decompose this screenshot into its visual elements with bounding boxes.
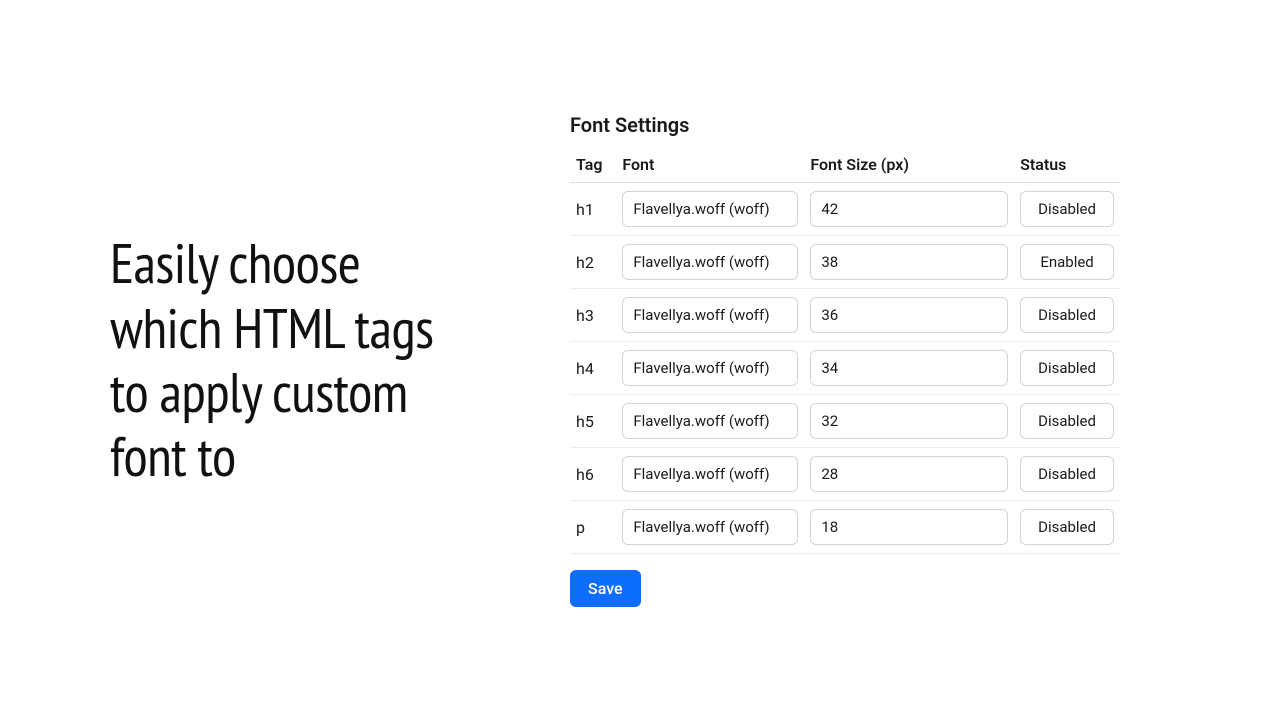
tag-label: h3 <box>570 289 616 342</box>
main-layout: Easily choose which HTML tags to apply c… <box>0 0 1280 720</box>
font-size-input[interactable]: 42 <box>810 191 1008 227</box>
status-toggle[interactable]: Disabled <box>1020 456 1114 492</box>
font-size-input[interactable]: 32 <box>810 403 1008 439</box>
font-select[interactable]: Flavellya.woff (woff) <box>622 350 798 386</box>
panel-title: Font Settings <box>570 113 1120 137</box>
col-header-tag: Tag <box>570 147 616 183</box>
table-row: h2 Flavellya.woff (woff) 38 Enabled <box>570 236 1120 289</box>
col-header-size: Font Size (px) <box>804 147 1014 183</box>
table-row: h5 Flavellya.woff (woff) 32 Disabled <box>570 395 1120 448</box>
font-select[interactable]: Flavellya.woff (woff) <box>622 297 798 333</box>
font-select[interactable]: Flavellya.woff (woff) <box>622 403 798 439</box>
tag-label: p <box>570 501 616 554</box>
tag-label: h4 <box>570 342 616 395</box>
font-select[interactable]: Flavellya.woff (woff) <box>622 509 798 545</box>
font-settings-table: Tag Font Font Size (px) Status h1 Flavel… <box>570 147 1120 554</box>
settings-panel: Font Settings Tag Font Font Size (px) St… <box>510 113 1240 607</box>
tag-label: h2 <box>570 236 616 289</box>
font-select[interactable]: Flavellya.woff (woff) <box>622 456 798 492</box>
font-select[interactable]: Flavellya.woff (woff) <box>622 191 798 227</box>
tag-label: h1 <box>570 183 616 236</box>
status-toggle[interactable]: Disabled <box>1020 509 1114 545</box>
font-size-input[interactable]: 38 <box>810 244 1008 280</box>
status-toggle[interactable]: Disabled <box>1020 403 1114 439</box>
font-size-input[interactable]: 36 <box>810 297 1008 333</box>
table-row: p Flavellya.woff (woff) 18 Disabled <box>570 501 1120 554</box>
status-toggle[interactable]: Disabled <box>1020 191 1114 227</box>
headline-text: Easily choose which HTML tags to apply c… <box>110 231 480 489</box>
font-size-input[interactable]: 28 <box>810 456 1008 492</box>
font-select[interactable]: Flavellya.woff (woff) <box>622 244 798 280</box>
status-toggle[interactable]: Disabled <box>1020 350 1114 386</box>
left-pane: Easily choose which HTML tags to apply c… <box>40 231 510 489</box>
save-button[interactable]: Save <box>570 570 641 607</box>
table-row: h4 Flavellya.woff (woff) 34 Disabled <box>570 342 1120 395</box>
status-toggle[interactable]: Enabled <box>1020 244 1114 280</box>
font-size-input[interactable]: 34 <box>810 350 1008 386</box>
table-row: h6 Flavellya.woff (woff) 28 Disabled <box>570 448 1120 501</box>
col-header-status: Status <box>1014 147 1120 183</box>
tag-label: h5 <box>570 395 616 448</box>
font-size-input[interactable]: 18 <box>810 509 1008 545</box>
status-toggle[interactable]: Disabled <box>1020 297 1114 333</box>
table-row: h3 Flavellya.woff (woff) 36 Disabled <box>570 289 1120 342</box>
tag-label: h6 <box>570 448 616 501</box>
col-header-font: Font <box>616 147 804 183</box>
table-row: h1 Flavellya.woff (woff) 42 Disabled <box>570 183 1120 236</box>
